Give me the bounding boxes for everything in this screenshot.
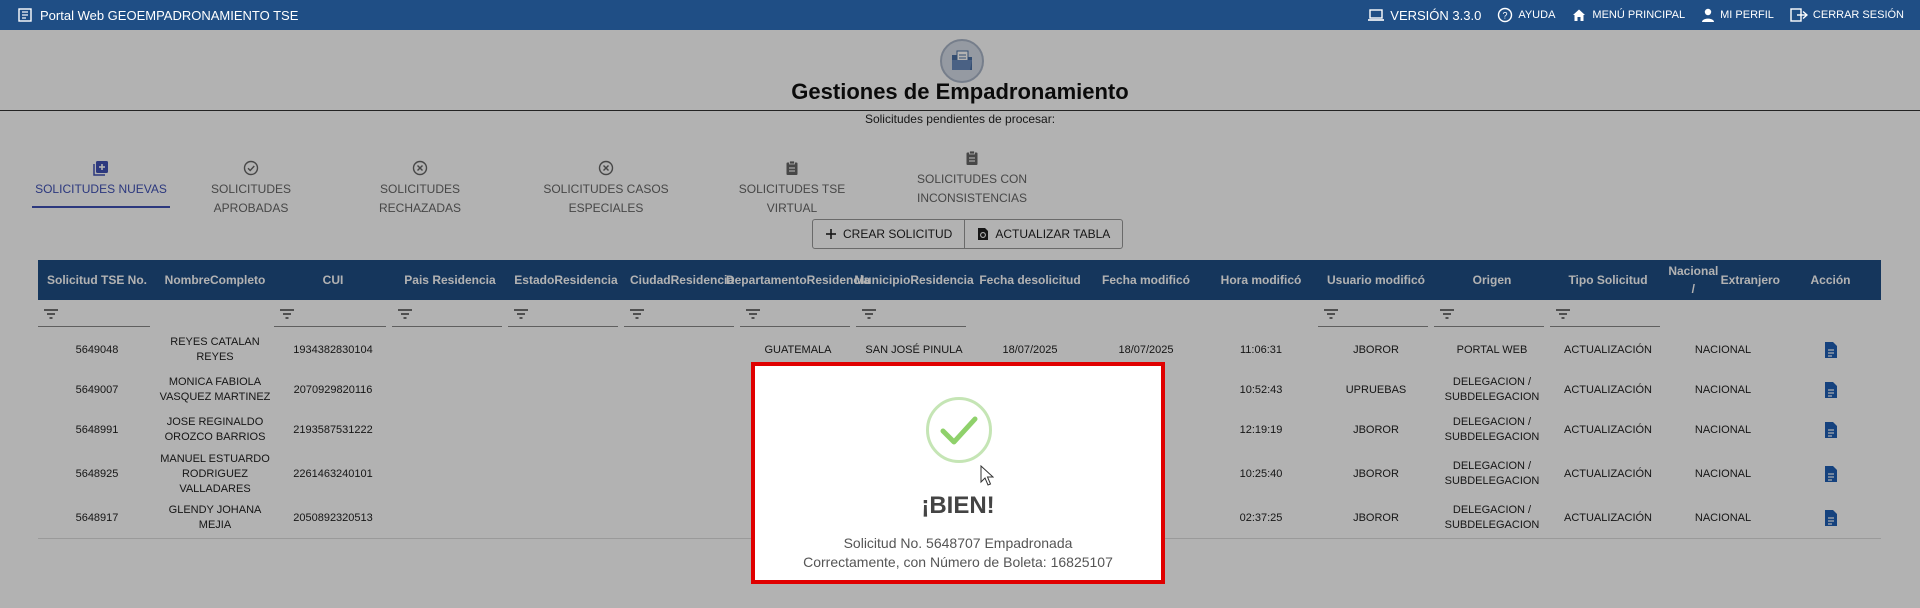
logout-link[interactable]: CERRAR SESIÓN — [1790, 7, 1904, 23]
profile-link[interactable]: MI PERFIL — [1701, 7, 1774, 23]
logout-icon — [1790, 8, 1808, 22]
success-check-icon — [926, 397, 992, 463]
person-icon — [1702, 8, 1715, 22]
help-label: AYUDA — [1518, 9, 1556, 21]
mouse-cursor-icon — [980, 465, 994, 486]
home-icon — [1573, 9, 1586, 21]
svg-text:?: ? — [1503, 11, 1508, 21]
profile-label: MI PERFIL — [1720, 9, 1774, 21]
laptop-icon — [1368, 9, 1385, 21]
dialog-title: ¡BIEN! — [921, 492, 995, 519]
main-menu-link[interactable]: MENÚ PRINCIPAL — [1571, 7, 1685, 23]
dialog-line-2: Correctamente, con Número de Boleta: 168… — [803, 554, 1113, 570]
dialog-line-1: Solicitud No. 5648707 Empadronada — [843, 535, 1073, 551]
success-dialog: ¡BIEN! Solicitud No. 5648707 Empadronada… — [751, 362, 1165, 584]
brand[interactable]: Portal Web GEOEMPADRONAMIENTO TSE — [18, 8, 298, 23]
help-link[interactable]: ? AYUDA — [1497, 7, 1555, 23]
dialog-message: Solicitud No. 5648707 Empadronada Correc… — [755, 534, 1161, 572]
version-indicator: VERSIÓN 3.3.0 — [1367, 8, 1481, 23]
version-label: VERSIÓN 3.3.0 — [1390, 7, 1482, 23]
logout-label: CERRAR SESIÓN — [1812, 9, 1904, 21]
app-title: Portal Web GEOEMPADRONAMIENTO TSE — [40, 7, 299, 23]
top-navbar: Portal Web GEOEMPADRONAMIENTO TSE VERSIÓ… — [0, 0, 1920, 30]
help-icon: ? — [1498, 7, 1513, 23]
portal-logo-icon — [18, 8, 32, 22]
main-menu-label: MENÚ PRINCIPAL — [1592, 9, 1686, 21]
